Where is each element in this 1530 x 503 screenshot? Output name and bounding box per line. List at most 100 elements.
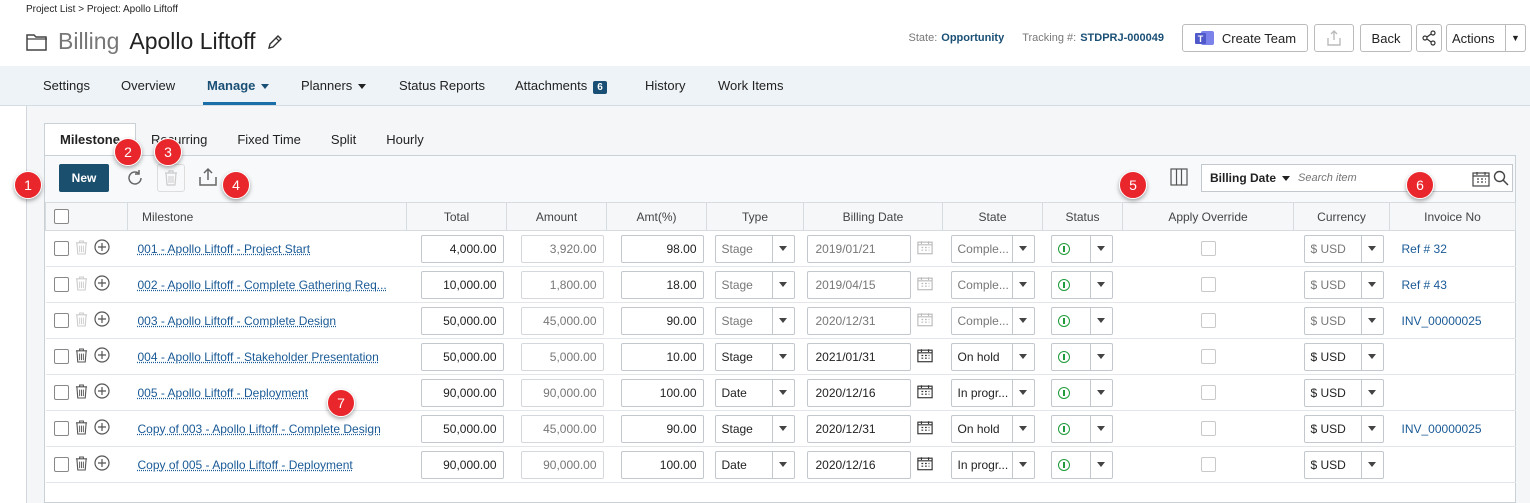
tab-fixed-time[interactable]: Fixed Time	[222, 123, 316, 155]
state-select[interactable]: In progr...	[950, 450, 1035, 479]
date-picker-button[interactable]	[916, 348, 933, 366]
apply-override-checkbox[interactable]	[1200, 457, 1216, 473]
state-select[interactable]: Comple...	[950, 306, 1035, 335]
date-picker-button[interactable]	[916, 456, 933, 474]
col-status[interactable]: Status	[1042, 202, 1123, 231]
invoice-link[interactable]: Ref # 32	[1390, 242, 1447, 256]
date-picker-button[interactable]	[916, 276, 933, 294]
nav-planners[interactable]: Planners	[301, 78, 367, 93]
search-field-dropdown[interactable]: Billing Date	[1202, 171, 1291, 185]
date-picker-button[interactable]	[916, 240, 933, 258]
amt-pct-input[interactable]: 100.00	[620, 450, 704, 479]
col-amt-pct[interactable]: Amt(%)	[606, 202, 707, 231]
amount-input[interactable]: 90,000.00	[520, 450, 604, 479]
milestone-link[interactable]: 004 - Apollo Liftoff - Stakeholder Prese…	[128, 350, 407, 364]
currency-select[interactable]: $ USD	[1303, 306, 1384, 335]
apply-override-checkbox[interactable]	[1200, 385, 1216, 401]
amount-input[interactable]: 90,000.00	[520, 378, 604, 407]
milestone-link[interactable]: 005 - Apollo Liftoff - Deployment	[128, 386, 407, 400]
new-button[interactable]: New	[59, 164, 109, 192]
tab-split[interactable]: Split	[316, 123, 371, 155]
status-select[interactable]	[1050, 342, 1113, 371]
search-icon[interactable]	[1493, 170, 1509, 186]
type-select[interactable]: Stage	[714, 234, 795, 263]
row-checkbox[interactable]	[53, 385, 69, 400]
nav-work-items[interactable]: Work Items	[718, 78, 784, 93]
state-select[interactable]: Comple...	[950, 270, 1035, 299]
invoice-link[interactable]: Ref # 43	[1390, 278, 1447, 292]
columns-icon[interactable]	[1169, 167, 1189, 187]
amt-pct-input[interactable]: 100.00	[620, 378, 704, 407]
delete-row-button[interactable]	[75, 347, 88, 366]
total-input[interactable]: 10,000.00	[420, 270, 504, 299]
type-select[interactable]: Stage	[714, 270, 795, 299]
delete-row-button[interactable]	[75, 419, 88, 438]
refresh-icon[interactable]	[125, 168, 145, 188]
total-input[interactable]: 4,000.00	[420, 234, 504, 263]
add-row-button[interactable]	[93, 383, 110, 402]
billing-date-input[interactable]: 2020/12/31	[806, 306, 911, 335]
state-select[interactable]: On hold	[950, 342, 1035, 371]
delete-button[interactable]	[157, 164, 185, 192]
col-apply-override[interactable]: Apply Override	[1122, 202, 1294, 231]
milestone-link[interactable]: 001 - Apollo Liftoff - Project Start	[128, 242, 407, 256]
type-select[interactable]: Stage	[714, 414, 795, 443]
billing-date-input[interactable]: 2020/12/16	[806, 378, 911, 407]
add-row-button[interactable]	[93, 455, 110, 474]
amount-input[interactable]: 45,000.00	[520, 414, 604, 443]
amount-input[interactable]: 5,000.00	[520, 342, 604, 371]
state-select[interactable]: On hold	[950, 414, 1035, 443]
actions-button[interactable]: Actions ▼	[1446, 24, 1526, 52]
invoice-link[interactable]: INV_00000025	[1390, 314, 1482, 328]
apply-override-checkbox[interactable]	[1200, 349, 1216, 365]
currency-select[interactable]: $ USD	[1303, 270, 1384, 299]
export-icon[interactable]	[197, 166, 219, 188]
total-input[interactable]: 50,000.00	[420, 342, 504, 371]
col-total[interactable]: Total	[406, 202, 507, 231]
row-checkbox[interactable]	[53, 277, 69, 292]
type-select[interactable]: Stage	[714, 342, 795, 371]
add-row-button[interactable]	[93, 275, 110, 294]
milestone-link[interactable]: 002 - Apollo Liftoff - Complete Gatherin…	[128, 278, 407, 292]
select-all-checkbox[interactable]	[54, 209, 69, 225]
amt-pct-input[interactable]: 10.00	[620, 342, 704, 371]
status-select[interactable]	[1050, 450, 1113, 479]
row-checkbox[interactable]	[53, 241, 69, 256]
add-row-button[interactable]	[93, 311, 110, 330]
invoice-link[interactable]	[1390, 350, 1402, 364]
calendar-icon[interactable]	[1472, 171, 1490, 187]
currency-select[interactable]: $ USD	[1303, 234, 1384, 263]
amount-input[interactable]: 1,800.00	[520, 270, 604, 299]
breadcrumb[interactable]: Project List > Project: Apollo Liftoff	[26, 4, 178, 15]
add-row-button[interactable]	[93, 419, 110, 438]
currency-select[interactable]: $ USD	[1303, 414, 1384, 443]
col-amount[interactable]: Amount	[506, 202, 607, 231]
add-row-button[interactable]	[93, 239, 110, 258]
milestone-link[interactable]: Copy of 005 - Apollo Liftoff - Deploymen…	[128, 458, 407, 472]
billing-date-input[interactable]: 2021/01/31	[806, 342, 911, 371]
col-state[interactable]: State	[942, 202, 1043, 231]
apply-override-checkbox[interactable]	[1200, 241, 1216, 257]
type-select[interactable]: Stage	[714, 306, 795, 335]
search-input[interactable]	[1298, 172, 1459, 184]
total-input[interactable]: 50,000.00	[420, 306, 504, 335]
delete-row-button[interactable]	[75, 311, 88, 330]
delete-row-button[interactable]	[75, 455, 88, 474]
state-select[interactable]: Comple...	[950, 234, 1035, 263]
nav-overview[interactable]: Overview	[121, 78, 175, 93]
col-currency[interactable]: Currency	[1293, 202, 1390, 231]
total-input[interactable]: 50,000.00	[420, 414, 504, 443]
add-row-button[interactable]	[93, 347, 110, 366]
apply-override-checkbox[interactable]	[1200, 277, 1216, 293]
share-button[interactable]	[1314, 24, 1354, 52]
col-type[interactable]: Type	[706, 202, 804, 231]
status-select[interactable]	[1050, 306, 1113, 335]
amount-input[interactable]: 45,000.00	[520, 306, 604, 335]
row-checkbox[interactable]	[53, 349, 69, 364]
invoice-link[interactable]	[1390, 458, 1402, 472]
delete-row-button[interactable]	[75, 239, 88, 258]
col-invoice-no[interactable]: Invoice No	[1389, 202, 1516, 231]
date-picker-button[interactable]	[916, 384, 933, 402]
status-select[interactable]	[1050, 270, 1113, 299]
state-select[interactable]: In progr...	[950, 378, 1035, 407]
